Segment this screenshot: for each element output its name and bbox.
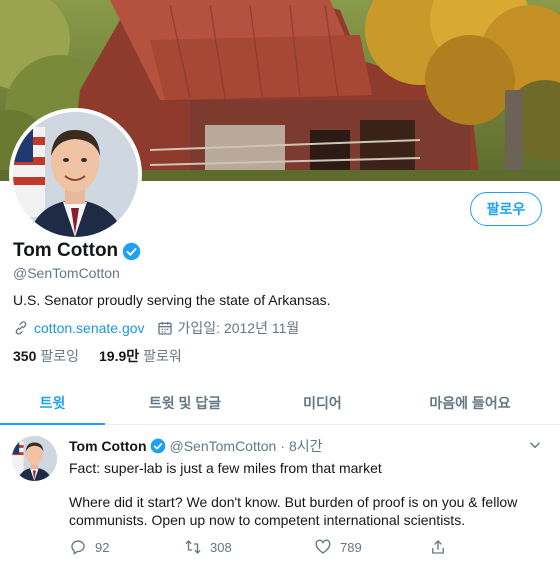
separator-dot: · xyxy=(280,438,285,454)
following-stat[interactable]: 350 팔로잉 xyxy=(13,346,79,366)
profile-meta: cotton.senate.gov 가입일: 2012년 11월 xyxy=(13,318,299,338)
profile-display-name: Tom Cotton xyxy=(13,240,119,261)
tab-media[interactable]: 미디어 xyxy=(265,381,380,424)
chevron-down-icon[interactable] xyxy=(528,438,542,452)
tweet-actions: 92 308 789 xyxy=(69,538,447,556)
profile-handle: @SenTomCotton xyxy=(13,265,120,281)
like-count: 789 xyxy=(340,539,362,555)
retweet-icon xyxy=(185,540,201,554)
retweet-count: 308 xyxy=(210,539,232,555)
profile-avatar[interactable] xyxy=(9,108,142,241)
profile-joined-date: 가입일: 2012년 11월 xyxy=(177,320,300,336)
like-button[interactable]: 789 xyxy=(314,538,429,556)
reply-icon xyxy=(71,540,85,555)
tweet-header: Tom Cotton @SenTomCotton · 8시간 xyxy=(69,436,323,456)
reply-count: 92 xyxy=(95,539,110,555)
profile-tabs: 트윗 트윗 및 답글 미디어 마음에 들어요 xyxy=(0,381,560,425)
profile-bio: U.S. Senator proudly serving the state o… xyxy=(13,292,331,308)
tab-tweets[interactable]: 트윗 xyxy=(0,381,105,425)
following-count: 350 xyxy=(13,348,37,364)
tab-tweets-and-replies[interactable]: 트윗 및 답글 xyxy=(105,381,265,424)
profile-name-row: Tom Cotton xyxy=(13,240,141,262)
share-button[interactable] xyxy=(429,538,447,556)
follow-button[interactable]: 팔로우 xyxy=(470,192,542,226)
tweet-text: Fact: super-lab is just a few miles from… xyxy=(69,459,544,529)
profile-stats: 350 팔로잉 19.9만 팔로워 xyxy=(13,346,202,366)
tweet-author-name[interactable]: Tom Cotton xyxy=(69,438,147,454)
profile-website-link[interactable]: cotton.senate.gov xyxy=(34,320,145,336)
share-icon xyxy=(432,540,444,554)
like-icon xyxy=(315,539,331,554)
followers-label: 팔로워 xyxy=(143,348,182,364)
following-label: 팔로잉 xyxy=(40,348,79,364)
followers-stat[interactable]: 19.9만 팔로워 xyxy=(99,346,182,366)
tweet-text-line: Where did it start? We don't know. But b… xyxy=(69,494,518,528)
tab-likes[interactable]: 마음에 들어요 xyxy=(380,381,560,424)
retweet-button[interactable]: 308 xyxy=(184,538,314,556)
reply-button[interactable]: 92 xyxy=(69,538,184,556)
calendar-icon xyxy=(157,322,172,335)
tweet-author-handle[interactable]: @SenTomCotton xyxy=(170,438,277,454)
followers-count: 19.9만 xyxy=(99,348,140,364)
tweet-text-line: Fact: super-lab is just a few miles from… xyxy=(69,460,382,476)
verified-badge-icon xyxy=(122,242,141,260)
verified-badge-icon xyxy=(150,438,165,454)
link-icon xyxy=(15,321,27,335)
tweet-timestamp[interactable]: 8시간 xyxy=(289,436,323,456)
tweet-avatar[interactable] xyxy=(12,436,57,481)
tweet-item[interactable]: Tom Cotton @SenTomCotton · 8시간 Fact: sup… xyxy=(0,426,560,564)
